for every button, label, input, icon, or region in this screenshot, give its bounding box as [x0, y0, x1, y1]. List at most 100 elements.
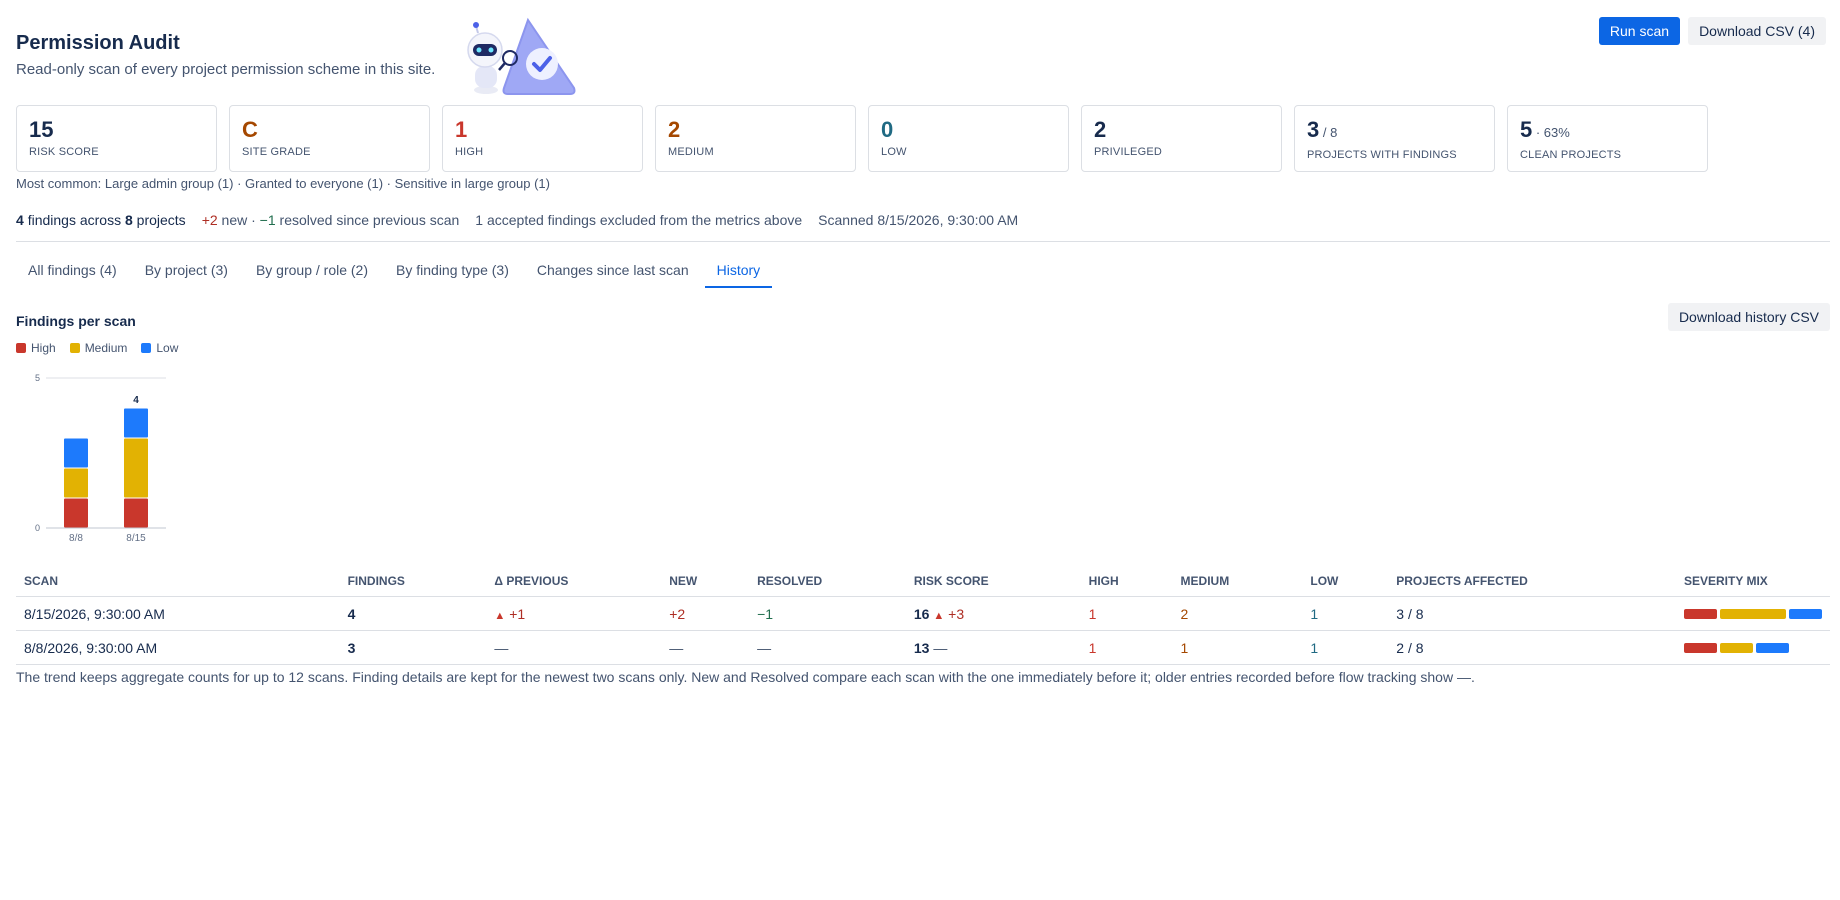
tab-changes-since-last-scan[interactable]: Changes since last scan: [525, 258, 701, 288]
bar-segment-low: [124, 408, 148, 438]
severity-mix-high: [1684, 608, 1717, 619]
y-tick-label: 5: [35, 373, 40, 383]
value-number: 2: [1094, 117, 1107, 142]
tab-by-finding-type[interactable]: By finding type (3): [384, 258, 521, 288]
column-header: Severity mix: [1676, 570, 1830, 597]
cell-projects: 2 / 8: [1388, 630, 1676, 665]
risk-value: 16: [913, 605, 930, 622]
cell-scan: 8/8/2026, 9:30:00 AM: [16, 630, 340, 665]
bar-segment-low: [64, 438, 88, 468]
page-header: Permission Audit Read-only scan of every…: [16, 14, 1826, 100]
cell-high: 1: [1080, 596, 1173, 631]
column-header: Risk score: [905, 570, 1081, 597]
header-actions: Run scan Download CSV (4): [1598, 17, 1826, 45]
metric-label: Risk score: [29, 146, 99, 158]
tab-bar: All findings (4) By project (3) By group…: [16, 258, 776, 290]
metric-card-site-grade: C Site grade: [229, 105, 430, 172]
metric-label: High: [455, 146, 484, 158]
metric-label: Site grade: [242, 146, 311, 158]
severity-mix-low: [1789, 608, 1822, 619]
cell-delta: —: [486, 630, 662, 665]
cell-risk: 16 ▲ +3: [905, 596, 1081, 631]
cell-low: 1: [1302, 596, 1389, 631]
arrow-up-icon: ▲: [933, 609, 945, 622]
table-row: 8/15/2026, 9:30:00 AM 4 ▲ +1 +2 −1 16 ▲ …: [16, 596, 1830, 631]
chart-legend: High Medium Low: [16, 341, 178, 355]
column-header: Medium: [1172, 570, 1303, 597]
legend-item-low: Low: [141, 341, 178, 355]
x-tick-label: 8/8: [69, 533, 83, 544]
findings-value: 3: [347, 639, 356, 656]
severity-mix-medium: [1720, 608, 1786, 619]
legend-swatch: [16, 343, 26, 353]
bar-segment-high: [64, 498, 88, 528]
cell-severity-mix: [1676, 630, 1830, 665]
new-count: +2: [201, 212, 218, 228]
metric-value: 2: [1094, 117, 1269, 143]
risk-value: 13: [913, 639, 930, 656]
cell-medium: 1: [1172, 630, 1303, 665]
risk-delta: —: [933, 639, 948, 656]
severity-mix-bar: [1684, 608, 1822, 619]
legend-item-high: High: [16, 341, 56, 355]
tab-history[interactable]: History: [704, 258, 773, 288]
run-scan-button[interactable]: Run scan: [1598, 17, 1681, 45]
column-header: Low: [1302, 570, 1389, 597]
cell-projects: 3 / 8: [1388, 596, 1676, 631]
column-header: Findings: [339, 570, 487, 597]
cell-resolved: —: [749, 630, 906, 665]
table-header-row: Scan Findings Δ previous New Resolved Ri…: [16, 570, 1830, 597]
severity-mix-medium: [1720, 642, 1753, 653]
tab-by-group-role[interactable]: By group / role (2): [244, 258, 380, 288]
metric-card-medium: 2 Medium: [655, 105, 856, 172]
bar-segment-medium: [124, 438, 148, 498]
new-text: new ·: [221, 212, 256, 228]
robot-mascot-icon: [467, 17, 576, 95]
history-table: Scan Findings Δ previous New Resolved Ri…: [16, 570, 1830, 665]
projects-count: 8: [124, 212, 133, 228]
legend-item-medium: Medium: [69, 341, 128, 355]
severity-mix-low: [1756, 642, 1789, 653]
history-section-title: Findings per scan: [16, 313, 136, 329]
findings-value: 4: [347, 605, 356, 622]
value-number: 5: [1520, 117, 1533, 142]
metric-value: C: [242, 117, 417, 143]
bar-segment-medium: [64, 468, 88, 498]
value-number: 15: [29, 117, 54, 142]
metric-value: 2: [668, 117, 843, 143]
column-header: Δ previous: [486, 570, 662, 597]
metric-label: Projects with findings: [1307, 149, 1457, 161]
metric-cards: 15 Risk score C Site grade 1 High 2 Medi…: [16, 105, 1708, 172]
cell-medium: 2: [1172, 596, 1303, 631]
title-block: Permission Audit Read-only scan of every…: [16, 32, 435, 78]
metric-value: 0: [881, 117, 1056, 143]
value-number: 3: [1307, 117, 1320, 142]
tab-all-findings[interactable]: All findings (4): [16, 258, 129, 288]
arrow-up-icon: ▲: [494, 609, 506, 622]
severity-mix-bar: [1684, 642, 1822, 653]
tab-by-project[interactable]: By project (3): [133, 258, 240, 288]
cell-resolved: −1: [749, 596, 906, 631]
value-number: 2: [668, 117, 681, 142]
delta-summary: +2 new · −1 resolved since previous scan: [202, 212, 460, 228]
cell-findings: 4: [339, 596, 487, 631]
column-header: Projects affected: [1388, 570, 1676, 597]
findings-summary: 4 findings across 8 projects: [16, 212, 186, 228]
page-subtitle: Read-only scan of every project permissi…: [16, 61, 436, 78]
metric-value: 1: [455, 117, 630, 143]
column-header: New: [661, 570, 750, 597]
cell-high: 1: [1080, 630, 1173, 665]
severity-mix-high: [1684, 642, 1717, 653]
legend-label: Medium: [84, 341, 128, 355]
resolved-text: resolved since previous scan: [279, 212, 460, 228]
findings-text: findings across: [27, 212, 122, 228]
metric-value: 15: [29, 117, 204, 143]
download-history-csv-button[interactable]: Download history CSV: [1667, 303, 1830, 331]
findings-per-scan-chart: 0 5 8/8 4 8/15: [35, 373, 166, 544]
download-csv-button[interactable]: Download CSV (4): [1688, 17, 1826, 45]
cell-scan: 8/15/2026, 9:30:00 AM: [16, 596, 340, 631]
cell-low: 1: [1302, 630, 1389, 665]
table-row: 8/8/2026, 9:30:00 AM 3 — — — 13 — 1 1 1 …: [16, 630, 1830, 665]
accepted-findings-note: 1 accepted findings excluded from the me…: [475, 212, 803, 228]
cell-delta: ▲ +1: [486, 596, 662, 631]
